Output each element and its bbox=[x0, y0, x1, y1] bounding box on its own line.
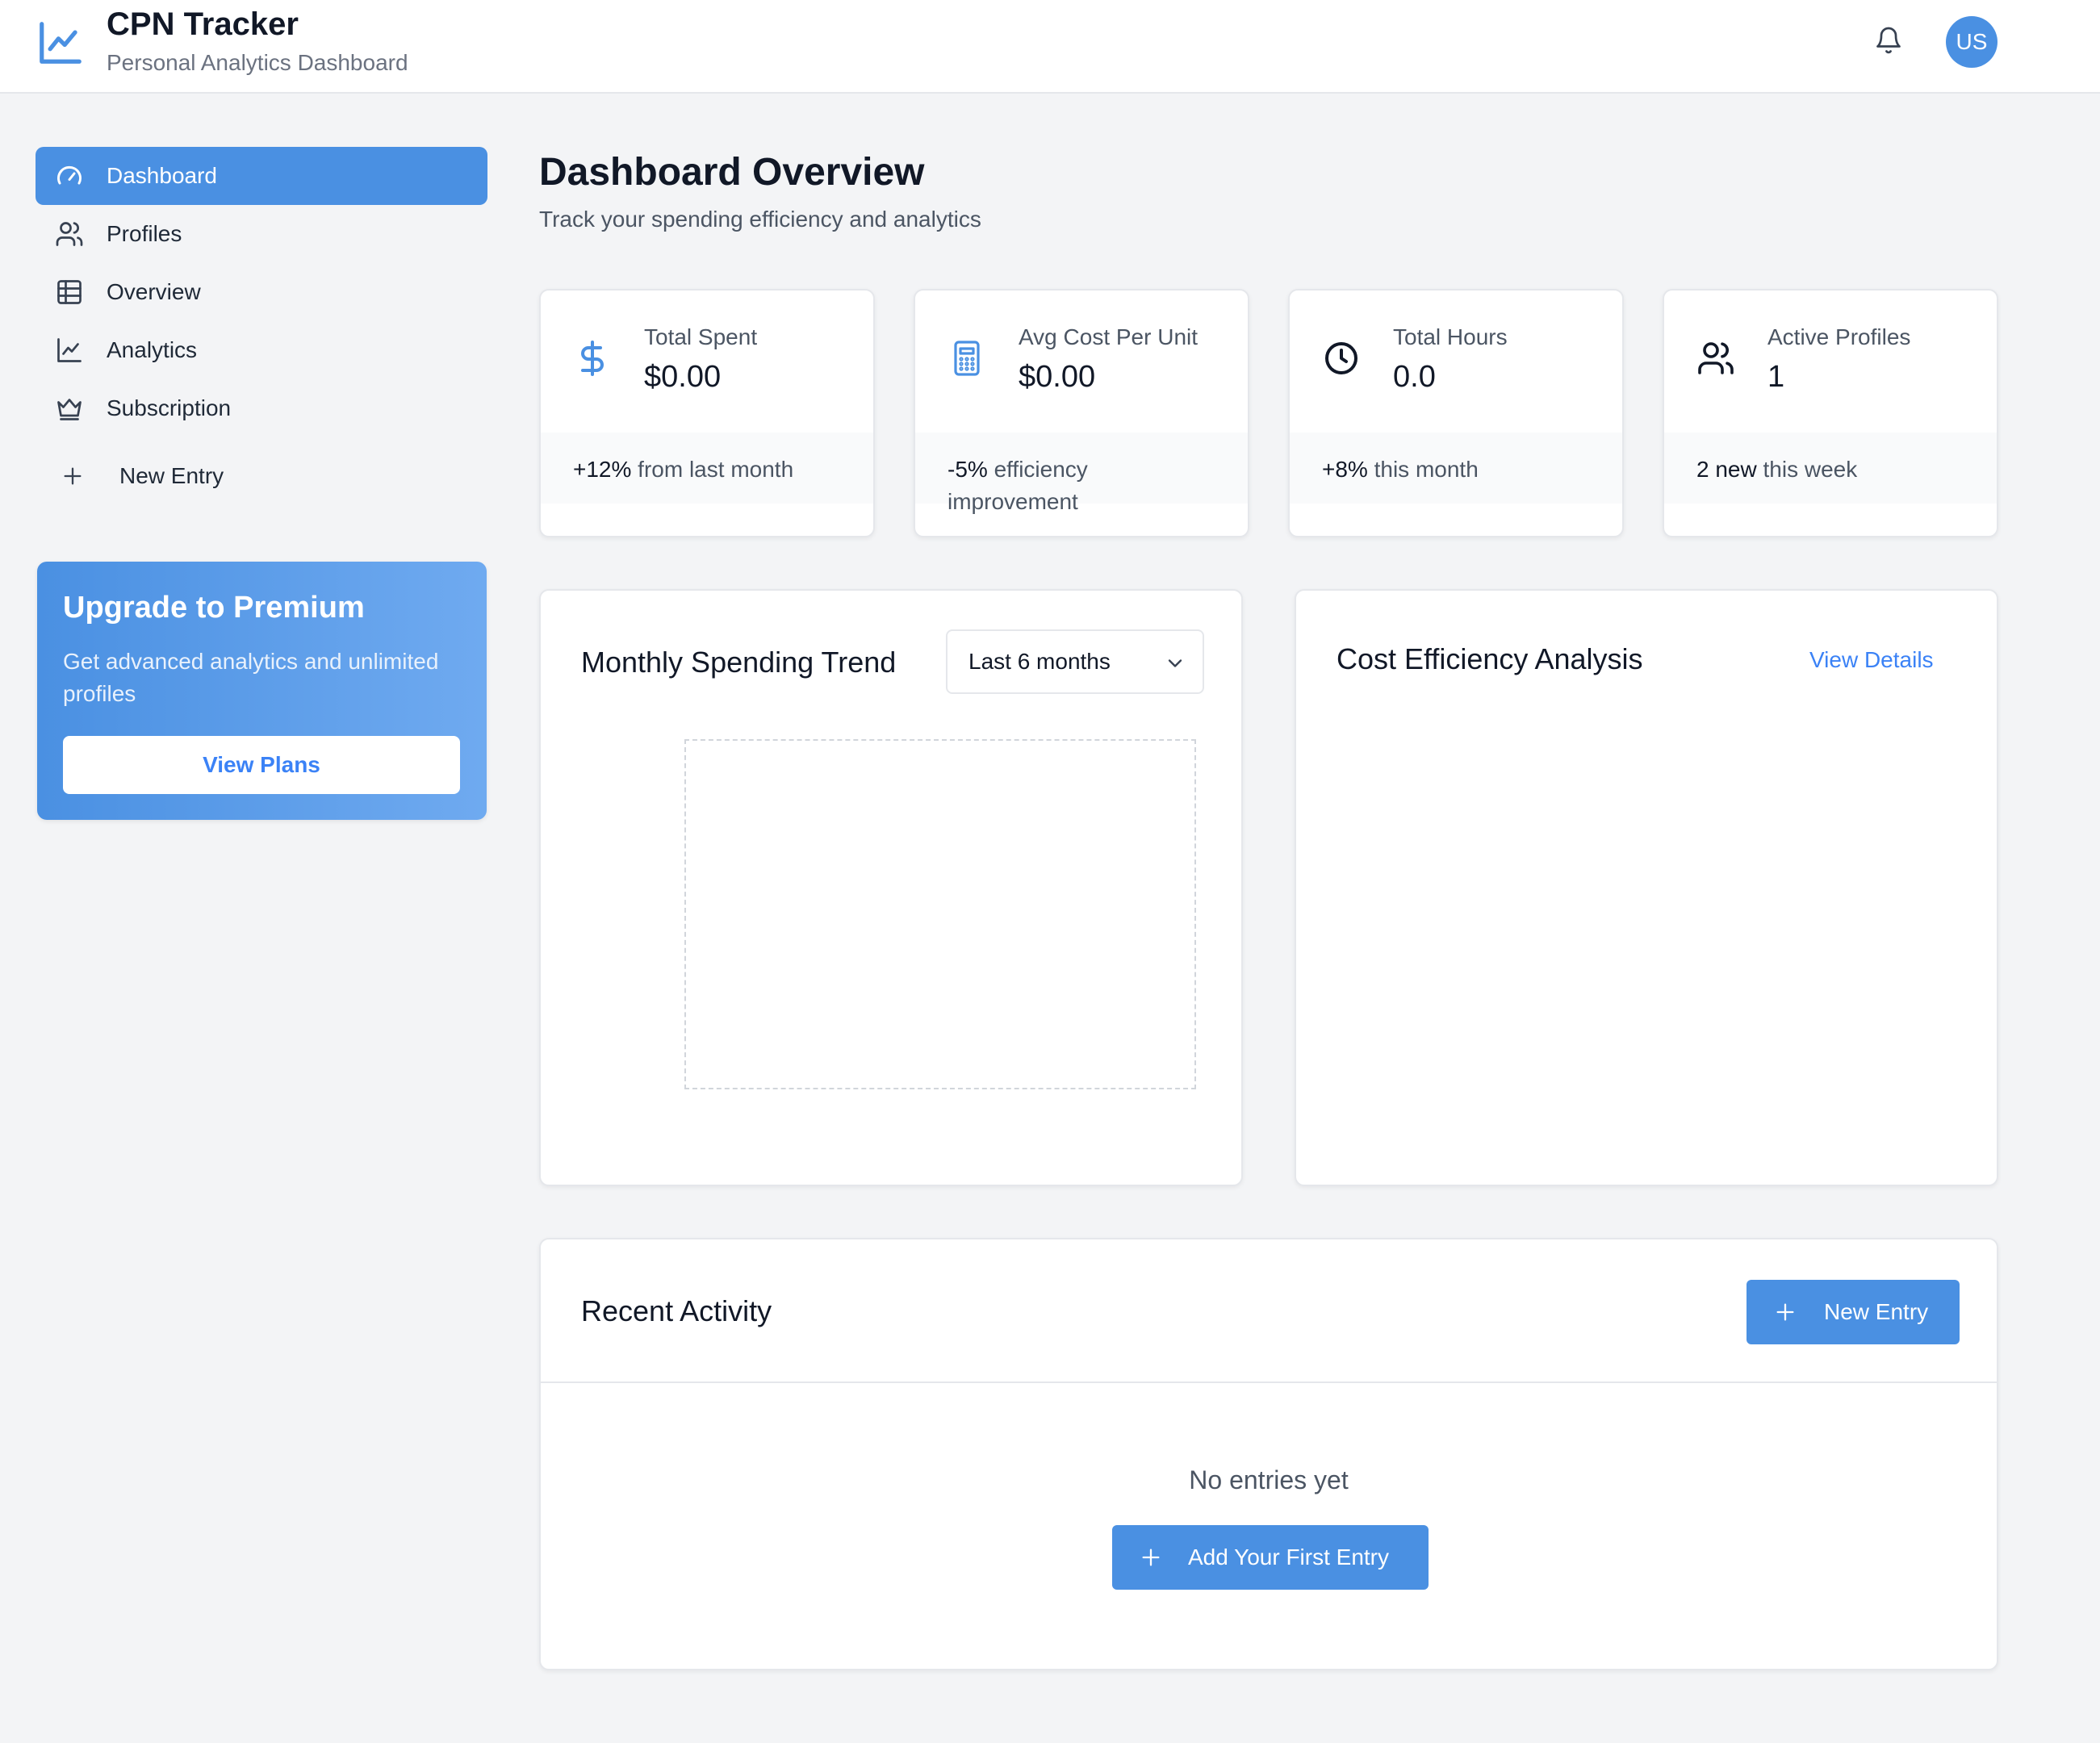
crown-icon bbox=[57, 399, 82, 420]
add-first-entry-button[interactable]: Add Your First Entry bbox=[1112, 1525, 1429, 1590]
plus-icon bbox=[1776, 1303, 1794, 1321]
stat-card-total-spent: Total Spent $0.00 +12% from last month bbox=[539, 289, 875, 537]
sidebar-item-dashboard[interactable]: Dashboard bbox=[36, 147, 487, 205]
calculator-icon bbox=[954, 341, 980, 376]
dollar-icon bbox=[581, 341, 604, 376]
page-subtitle: Track your spending efficiency and analy… bbox=[539, 207, 981, 232]
stat-change: +8% bbox=[1322, 457, 1368, 482]
stat-value: $0.00 bbox=[644, 360, 722, 394]
sidebar-item-label: Analytics bbox=[107, 337, 198, 362]
stat-value: $0.00 bbox=[1019, 360, 1096, 394]
app-title: CPN Tracker bbox=[107, 6, 299, 42]
gauge-icon bbox=[57, 165, 82, 185]
stat-change-text: this week bbox=[1756, 457, 1858, 482]
cost-efficiency-panel: Cost Efficiency Analysis View Details bbox=[1295, 589, 1998, 1186]
add-first-entry-label: Add Your First Entry bbox=[1188, 1544, 1390, 1570]
stat-label: Avg Cost Per Unit bbox=[1019, 324, 1199, 349]
recent-activity-title: Recent Activity bbox=[581, 1294, 772, 1327]
stat-label: Total Spent bbox=[644, 324, 758, 349]
sidebar-item-overview[interactable]: Overview bbox=[36, 263, 487, 321]
users-icon bbox=[56, 222, 83, 246]
chevron-down-icon bbox=[1168, 659, 1182, 667]
recent-activity-panel: Recent Activity New Entry No entries yet… bbox=[539, 1238, 1998, 1670]
stat-card-active-profiles: Active Profiles 1 2 new this week bbox=[1663, 289, 1998, 537]
chart-line-icon bbox=[57, 338, 82, 362]
stat-card-total-hours: Total Hours 0.0 +8% this month bbox=[1288, 289, 1624, 537]
app-subtitle: Personal Analytics Dashboard bbox=[107, 50, 408, 75]
sidebar-new-entry[interactable]: New Entry bbox=[36, 447, 487, 505]
chart-line-icon bbox=[40, 22, 82, 64]
time-range-value: Last 6 months bbox=[968, 649, 1111, 674]
stat-change-text: this month bbox=[1367, 457, 1479, 482]
user-avatar[interactable]: US bbox=[1946, 16, 1998, 68]
stat-label: Total Hours bbox=[1393, 324, 1508, 349]
clock-icon bbox=[1325, 342, 1357, 374]
stat-label: Active Profiles bbox=[1767, 324, 1911, 349]
stat-footer: -5% efficiency improvement bbox=[915, 433, 1248, 514]
stat-footer: +12% from last month bbox=[541, 433, 873, 504]
stat-value: 0.0 bbox=[1393, 360, 1436, 394]
spending-chart-placeholder bbox=[684, 739, 1196, 1089]
stat-change-text: from last month bbox=[631, 457, 794, 482]
stat-change: -5% bbox=[948, 457, 988, 482]
sidebar-item-label: Dashboard bbox=[107, 163, 217, 188]
stat-footer: 2 new this week bbox=[1664, 433, 1997, 504]
stat-change: +12% bbox=[573, 457, 632, 482]
top-header: CPN Tracker Personal Analytics Dashboard… bbox=[0, 0, 2100, 94]
page-title: Dashboard Overview bbox=[539, 151, 925, 194]
premium-title: Upgrade to Premium bbox=[63, 591, 365, 625]
stat-change: 2 new bbox=[1696, 457, 1757, 482]
stat-value: 1 bbox=[1767, 360, 1785, 394]
stat-footer: +8% this month bbox=[1290, 433, 1622, 504]
sidebar-item-label: Profiles bbox=[107, 221, 182, 246]
users-icon bbox=[1698, 342, 1734, 374]
premium-upgrade-card: Upgrade to Premium Get advanced analytic… bbox=[37, 562, 487, 820]
sidebar-item-analytics[interactable]: Analytics bbox=[36, 321, 487, 379]
plus-icon bbox=[1142, 1549, 1160, 1566]
new-entry-button-label: New Entry bbox=[1824, 1299, 1929, 1324]
view-details-link[interactable]: View Details bbox=[1809, 647, 1934, 673]
table-icon bbox=[57, 280, 82, 304]
sidebar-item-label: Overview bbox=[107, 279, 201, 304]
spending-trend-title: Monthly Spending Trend bbox=[581, 646, 897, 679]
sidebar-item-subscription[interactable]: Subscription bbox=[36, 379, 487, 437]
premium-text: Get advanced analytics and unlimited pro… bbox=[63, 649, 439, 706]
plus-icon bbox=[64, 467, 82, 485]
new-entry-button[interactable]: New Entry bbox=[1747, 1280, 1960, 1344]
stat-card-avg-cost: Avg Cost Per Unit $0.00 -5% efficiency i… bbox=[914, 289, 1249, 537]
empty-state-text: No entries yet bbox=[1189, 1465, 1349, 1494]
new-entry-label: New Entry bbox=[119, 463, 224, 488]
time-range-select[interactable]: Last 6 months bbox=[946, 629, 1204, 694]
divider bbox=[541, 1381, 1997, 1383]
sidebar-item-label: Subscription bbox=[107, 395, 232, 420]
sidebar-item-profiles[interactable]: Profiles bbox=[36, 205, 487, 263]
bell-icon[interactable] bbox=[1874, 26, 1903, 55]
cost-efficiency-title: Cost Efficiency Analysis bbox=[1337, 642, 1643, 675]
view-plans-button[interactable]: View Plans bbox=[63, 736, 460, 794]
spending-trend-panel: Monthly Spending Trend Last 6 months bbox=[539, 589, 1243, 1186]
